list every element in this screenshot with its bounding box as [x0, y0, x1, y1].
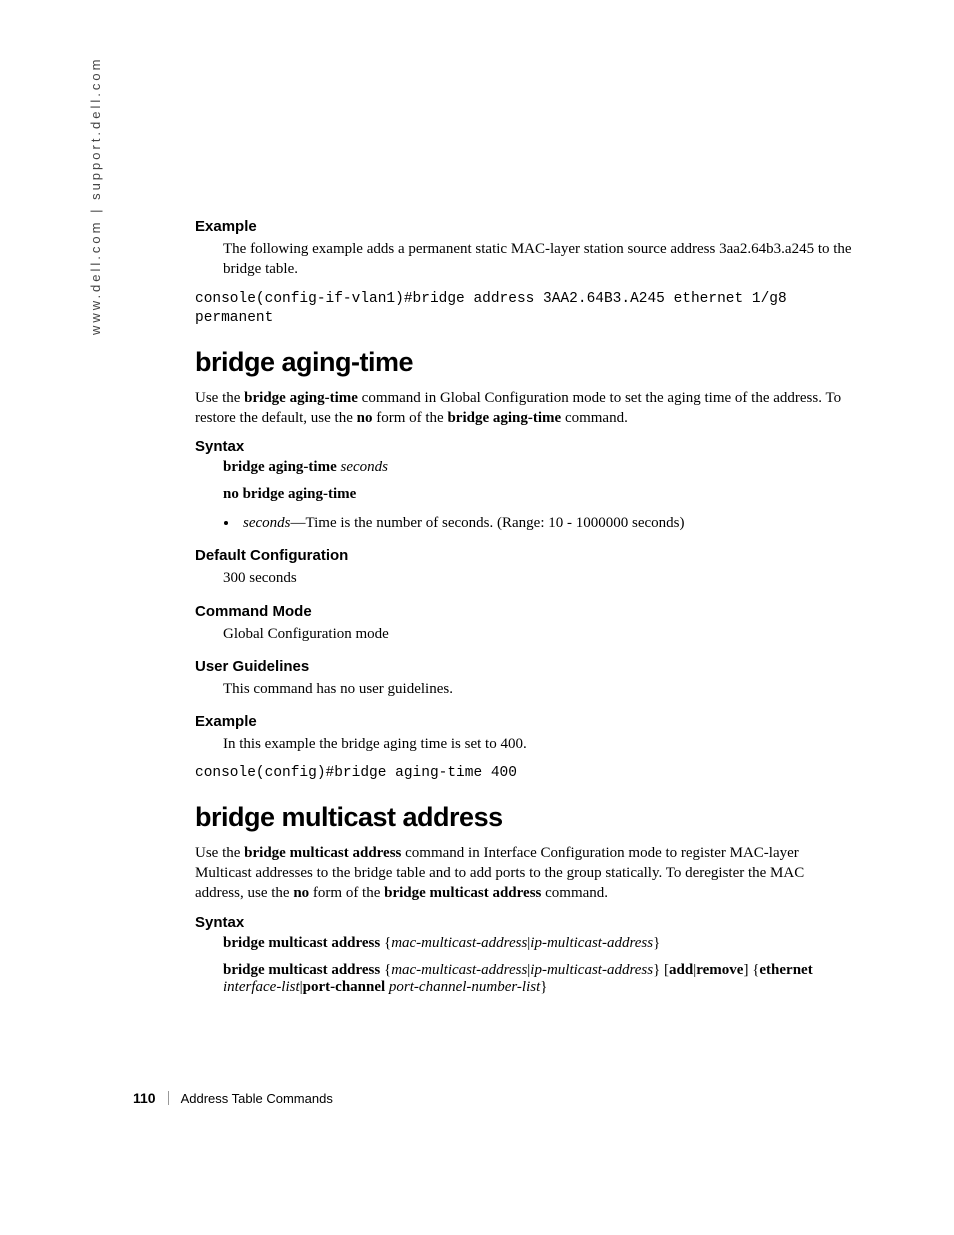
cmd2-syntax-section: Syntax bridge multicast address {mac-mul…	[195, 914, 855, 996]
example-code: console(config-if-vlan1)#bridge address …	[195, 290, 855, 329]
page-content: Example The following example adds a per…	[195, 218, 855, 1010]
ex-text: In this example the bridge aging time is…	[195, 734, 855, 754]
defcfg-text: 300 seconds	[195, 568, 855, 588]
t: remove	[696, 962, 743, 978]
t: }	[653, 935, 660, 951]
page-number: 110	[133, 1090, 156, 1106]
cmd2-intro: Use the bridge multicast address command…	[195, 843, 855, 904]
t: bridge aging-time	[223, 459, 337, 475]
t: no	[293, 885, 309, 901]
bullet-item: seconds—Time is the number of seconds. (…	[239, 513, 855, 533]
t: interface-list	[223, 979, 300, 995]
t: Use the	[195, 390, 244, 406]
side-url-text: www.dell.com | support.dell.com	[88, 57, 103, 335]
t: bridge multicast address	[223, 962, 380, 978]
syntax-bullets: seconds—Time is the number of seconds. (…	[195, 513, 855, 533]
cmd1-syntax-section: Syntax bridge aging-time seconds no brid…	[195, 438, 855, 533]
syntax-line-2: no bridge aging-time	[195, 486, 855, 503]
cmd1-cmdmode-section: Command Mode Global Configuration mode	[195, 603, 855, 644]
cmd-title-bridge-multicast-address: bridge multicast address	[195, 802, 855, 833]
t: form of the	[309, 885, 384, 901]
cmd1-ug-section: User Guidelines This command has no user…	[195, 658, 855, 699]
defcfg-heading: Default Configuration	[195, 547, 855, 564]
t: }	[540, 979, 547, 995]
t: ip-multicast-address	[530, 935, 653, 951]
t: mac-multicast-address	[391, 935, 527, 951]
footer-section-title: Address Table Commands	[181, 1091, 333, 1106]
t: add	[669, 962, 693, 978]
syntax2-line-1: bridge multicast address {mac-multicast-…	[195, 935, 855, 952]
t: no	[357, 410, 373, 426]
t: command.	[561, 410, 628, 426]
t: bridge aging-time	[447, 410, 561, 426]
example-heading: Example	[195, 218, 855, 235]
t: form of the	[372, 410, 447, 426]
example-text: The following example adds a permanent s…	[195, 239, 855, 280]
t: bridge multicast address	[223, 935, 380, 951]
t: seconds	[243, 515, 291, 531]
syntax-heading: Syntax	[195, 914, 855, 931]
t: port-channel-number-list	[389, 979, 540, 995]
cmdmode-text: Global Configuration mode	[195, 624, 855, 644]
ex-code: console(config)#bridge aging-time 400	[195, 764, 855, 784]
ex-heading: Example	[195, 713, 855, 730]
t: {	[380, 935, 391, 951]
footer-divider	[168, 1091, 169, 1105]
t: port-channel	[303, 979, 386, 995]
t: [	[660, 962, 669, 978]
t: bridge aging-time	[244, 390, 358, 406]
t: Use the	[195, 845, 244, 861]
t: command.	[541, 885, 608, 901]
ug-text: This command has no user guidelines.	[195, 679, 855, 699]
ug-heading: User Guidelines	[195, 658, 855, 675]
prev-example-section: Example The following example adds a per…	[195, 218, 855, 329]
t: bridge multicast address	[244, 845, 401, 861]
t: {	[380, 962, 391, 978]
t: —Time is the number of seconds. (Range: …	[291, 515, 685, 531]
syntax-line-1: bridge aging-time seconds	[195, 459, 855, 476]
syntax-heading: Syntax	[195, 438, 855, 455]
t: ]	[743, 962, 752, 978]
cmd-title-bridge-aging-time: bridge aging-time	[195, 347, 855, 378]
t: mac-multicast-address	[391, 962, 527, 978]
t: ip-multicast-address	[530, 962, 653, 978]
cmd1-example-section: Example In this example the bridge aging…	[195, 713, 855, 784]
t: ethernet	[759, 962, 812, 978]
t: bridge multicast address	[384, 885, 541, 901]
cmd1-intro: Use the bridge aging-time command in Glo…	[195, 388, 855, 429]
cmd1-defcfg-section: Default Configuration 300 seconds	[195, 547, 855, 588]
cmdmode-heading: Command Mode	[195, 603, 855, 620]
page-footer: 110 Address Table Commands	[133, 1090, 333, 1106]
syntax2-line-2: bridge multicast address {mac-multicast-…	[195, 962, 855, 996]
t: seconds	[341, 459, 389, 475]
